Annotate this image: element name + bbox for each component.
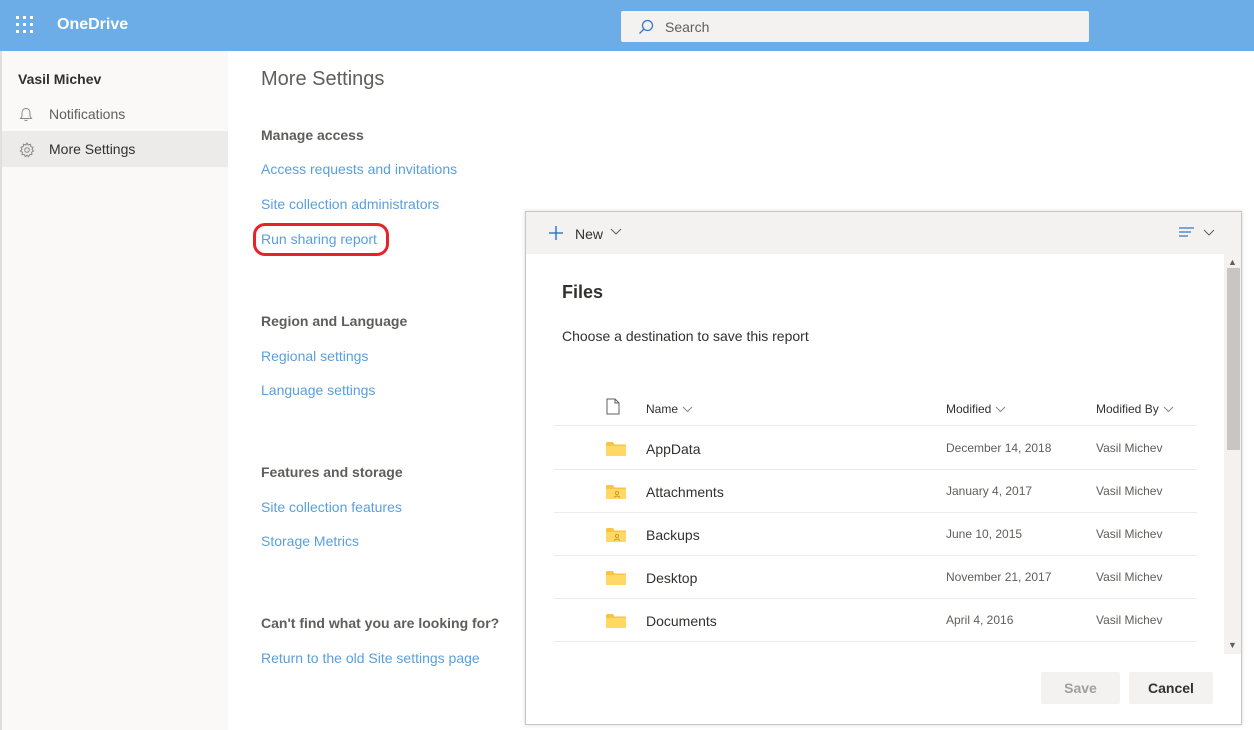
- link-site-collection-admins[interactable]: Site collection administrators: [261, 196, 439, 212]
- page-title: More Settings: [261, 68, 385, 90]
- file-name[interactable]: Attachments: [646, 484, 724, 500]
- column-header-label: Modified By: [1096, 402, 1159, 416]
- modified-by: Vasil Michev: [1096, 613, 1163, 627]
- link-language-settings[interactable]: Language settings: [261, 382, 375, 398]
- shared-folder-icon: [606, 485, 626, 499]
- chevron-down-icon: [1163, 406, 1174, 413]
- scroll-down-arrow-icon[interactable]: ▼: [1228, 640, 1237, 650]
- file-picker-dialog: New Files Choose a destination to save t…: [525, 211, 1242, 725]
- shared-folder-icon: [606, 528, 626, 542]
- column-header-name[interactable]: Name: [646, 402, 693, 416]
- folder-icon: [606, 571, 626, 585]
- modified-by: Vasil Michev: [1096, 527, 1163, 541]
- modified-date: June 10, 2015: [946, 527, 1023, 541]
- file-name[interactable]: AppData: [646, 441, 700, 457]
- scroll-up-arrow-icon[interactable]: ▲: [1228, 257, 1237, 267]
- file-name[interactable]: Desktop: [646, 570, 697, 586]
- cancel-button[interactable]: Cancel: [1129, 672, 1213, 704]
- search-box[interactable]: [621, 11, 1089, 42]
- chevron-down-icon: [996, 406, 1006, 413]
- table-row[interactable]: Attachments January 4, 2017 Vasil Michev: [554, 470, 1197, 513]
- file-name[interactable]: Backups: [646, 527, 700, 543]
- folder-icon: [606, 614, 626, 628]
- sidebar: Vasil Michev Notifications More Settings: [0, 51, 228, 730]
- section-heading-features-storage: Features and storage: [261, 464, 403, 480]
- search-icon: [639, 19, 654, 34]
- sidebar-item-label: More Settings: [49, 141, 136, 157]
- column-header-modified[interactable]: Modified: [946, 402, 1006, 416]
- app-name[interactable]: OneDrive: [57, 16, 128, 34]
- column-header-label: Modified: [946, 402, 992, 416]
- table-header: Name Modified Modified By: [554, 394, 1197, 426]
- save-button[interactable]: Save: [1041, 672, 1120, 704]
- column-header-label: Name: [646, 402, 679, 416]
- scrollbar-thumb[interactable]: [1227, 268, 1240, 450]
- app-launcher-icon[interactable]: [16, 16, 34, 34]
- section-heading-cant-find: Can't find what you are looking for?: [261, 615, 500, 631]
- top-bar: OneDrive: [0, 0, 1254, 51]
- link-site-collection-features[interactable]: Site collection features: [261, 499, 402, 515]
- modified-date: November 21, 2017: [946, 570, 1052, 584]
- file-type-icon: [606, 398, 620, 415]
- chevron-down-icon: [682, 406, 693, 413]
- table-row[interactable]: Desktop November 21, 2017 Vasil Michev: [554, 556, 1197, 599]
- table-row[interactable]: Backups June 10, 2015 Vasil Michev: [554, 513, 1197, 556]
- section-heading-manage-access: Manage access: [261, 127, 364, 143]
- search-input[interactable]: [665, 16, 1075, 38]
- view-options-button[interactable]: [1179, 224, 1219, 244]
- modified-date: December 14, 2018: [946, 441, 1052, 455]
- dialog-subtitle: Choose a destination to save this report: [562, 328, 809, 344]
- link-storage-metrics[interactable]: Storage Metrics: [261, 533, 359, 549]
- gear-icon: [19, 142, 35, 158]
- highlight-annotation: [253, 223, 389, 256]
- column-header-modified-by[interactable]: Modified By: [1096, 402, 1174, 416]
- modified-by: Vasil Michev: [1096, 441, 1163, 455]
- link-old-site-settings[interactable]: Return to the old Site settings page: [261, 650, 480, 666]
- command-bar: New: [526, 212, 1241, 254]
- table-row[interactable]: Documents April 4, 2016 Vasil Michev: [554, 599, 1197, 642]
- list-view-icon: [1179, 227, 1194, 237]
- modified-by: Vasil Michev: [1096, 484, 1163, 498]
- section-heading-region-language: Region and Language: [261, 313, 408, 329]
- user-name: Vasil Michev: [18, 71, 102, 87]
- link-regional-settings[interactable]: Regional settings: [261, 348, 368, 364]
- bell-icon: [19, 107, 33, 122]
- dialog-title: Files: [562, 282, 604, 302]
- chevron-down-icon: [1203, 229, 1215, 236]
- plus-icon: [549, 226, 563, 240]
- vertical-scrollbar[interactable]: ▲ ▼: [1224, 254, 1241, 654]
- modified-by: Vasil Michev: [1096, 570, 1163, 584]
- link-access-requests[interactable]: Access requests and invitations: [261, 161, 457, 177]
- new-button-label: New: [575, 226, 604, 242]
- sidebar-item-label: Notifications: [49, 106, 126, 122]
- sidebar-item-more-settings[interactable]: More Settings: [2, 131, 228, 167]
- sidebar-item-notifications[interactable]: Notifications: [2, 96, 228, 132]
- file-name[interactable]: Documents: [646, 613, 717, 629]
- modified-date: April 4, 2016: [946, 613, 1014, 627]
- folder-icon: [606, 442, 626, 456]
- table-row[interactable]: AppData December 14, 2018 Vasil Michev: [554, 427, 1197, 470]
- chevron-down-icon: [610, 228, 622, 235]
- modified-date: January 4, 2017: [946, 484, 1033, 498]
